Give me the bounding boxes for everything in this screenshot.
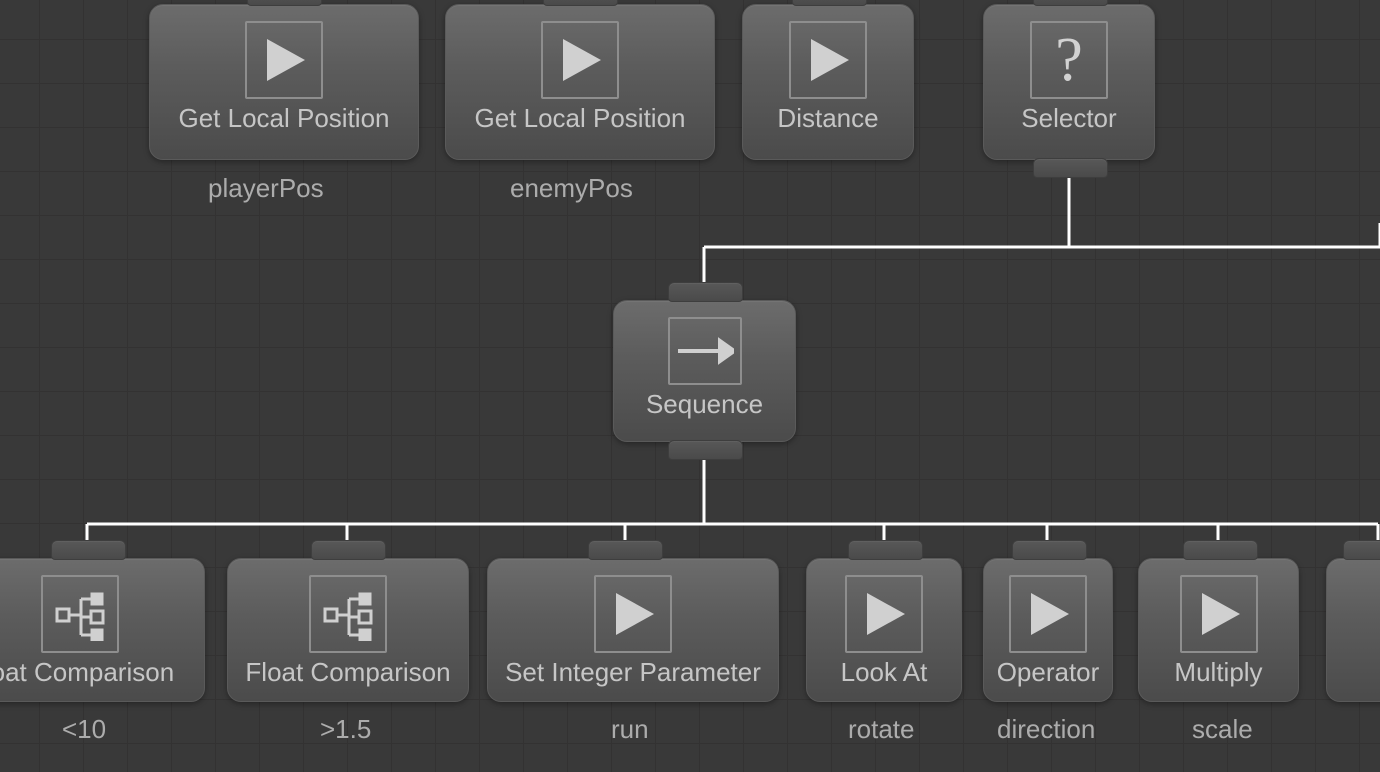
port-in[interactable] — [1183, 540, 1258, 560]
node-subtitle: run — [611, 714, 649, 745]
node-title: Operator — [997, 657, 1100, 688]
node-get-local-position-2[interactable]: Get Local Position — [445, 4, 715, 160]
node-multiply[interactable]: Multiply — [1138, 558, 1299, 702]
node-operator[interactable]: Operator — [983, 558, 1113, 702]
node-subtitle: scale — [1192, 714, 1253, 745]
node-title: Selector — [1021, 103, 1116, 134]
node-float-comparison-1[interactable]: loat Comparison — [0, 558, 205, 702]
play-icon — [845, 575, 923, 653]
behavior-tree-canvas[interactable]: { "nodes": { "getLocalPos1": { "label": … — [0, 0, 1380, 772]
node-title: Sequence — [646, 389, 763, 420]
play-icon — [1180, 575, 1258, 653]
node-title: Set Integer Parameter — [505, 657, 761, 688]
play-icon — [245, 21, 323, 99]
node-subtitle: playerPos — [208, 173, 324, 204]
question-icon: ? — [1030, 21, 1108, 99]
node-get-local-position-1[interactable]: Get Local Position — [149, 4, 419, 160]
node-subtitle: >1.5 — [320, 714, 371, 745]
port-in[interactable] — [311, 540, 386, 560]
port-in[interactable] — [1343, 540, 1380, 560]
node-subtitle: <10 — [62, 714, 106, 745]
node-sequence[interactable]: Sequence — [613, 300, 796, 442]
play-icon — [541, 21, 619, 99]
port-in[interactable] — [1012, 540, 1087, 560]
node-title: Distance — [777, 103, 878, 134]
arrow-right-icon — [668, 317, 742, 385]
port-out[interactable] — [1033, 158, 1108, 178]
play-icon — [594, 575, 672, 653]
node-subtitle: rotate — [848, 714, 915, 745]
port-in[interactable] — [668, 282, 743, 302]
node-offscreen-right[interactable] — [1326, 558, 1380, 702]
node-selector[interactable]: ? Selector — [983, 4, 1155, 160]
node-title: Get Local Position — [474, 103, 685, 134]
port-in[interactable] — [1033, 0, 1108, 6]
node-title: Float Comparison — [245, 657, 450, 688]
compare-icon — [309, 575, 387, 653]
node-title: loat Comparison — [0, 657, 174, 688]
node-title: Multiply — [1174, 657, 1262, 688]
node-subtitle: direction — [997, 714, 1095, 745]
node-look-at[interactable]: Look At — [806, 558, 962, 702]
node-subtitle: enemyPos — [510, 173, 633, 204]
port-in[interactable] — [792, 0, 867, 6]
play-icon — [1009, 575, 1087, 653]
compare-icon — [41, 575, 119, 653]
port-in[interactable] — [543, 0, 618, 6]
node-title: Get Local Position — [178, 103, 389, 134]
node-float-comparison-2[interactable]: Float Comparison — [227, 558, 469, 702]
node-set-integer-parameter[interactable]: Set Integer Parameter — [487, 558, 779, 702]
port-in[interactable] — [848, 540, 923, 560]
node-title: Look At — [841, 657, 928, 688]
port-in[interactable] — [588, 540, 663, 560]
port-in[interactable] — [247, 0, 322, 6]
node-distance[interactable]: Distance — [742, 4, 914, 160]
port-in[interactable] — [51, 540, 126, 560]
play-icon — [789, 21, 867, 99]
port-out[interactable] — [668, 440, 743, 460]
